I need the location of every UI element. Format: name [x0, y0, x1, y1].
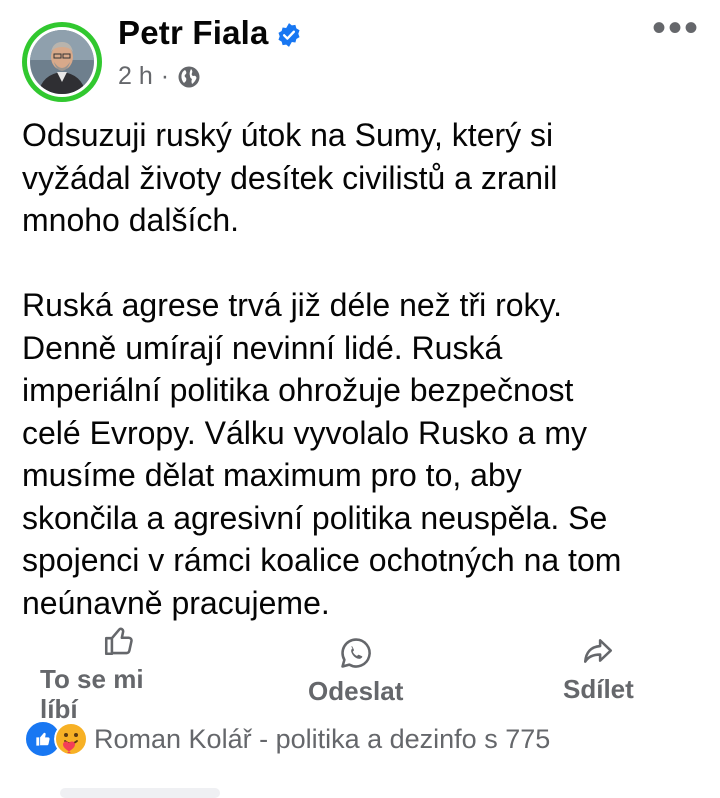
share-button[interactable]: Sdílet — [563, 634, 634, 705]
thumbs-up-icon — [104, 627, 133, 656]
post-actions: To se mi líbí Odeslat Sdílet — [0, 620, 720, 724]
share-label: Sdílet — [563, 674, 634, 704]
care-reaction-icon — [54, 722, 88, 756]
more-options-button[interactable]: ••• — [652, 8, 700, 48]
reactions-text: Roman Kolář - politika a dezinfo s 775 — [94, 723, 551, 754]
like-button[interactable]: To se mi líbí — [40, 624, 170, 728]
globe-icon — [178, 66, 200, 87]
whatsapp-icon — [340, 638, 371, 668]
post-header: Petr Fiala 2 h · ••• — [0, 0, 720, 110]
avatar-photo — [27, 27, 97, 97]
like-label: To se mi líbí — [40, 664, 144, 724]
send-button[interactable]: Odeslat — [308, 636, 403, 707]
send-label: Odeslat — [308, 676, 404, 706]
reactions-summary[interactable]: Roman Kolář - politika a dezinfo s 775 — [24, 720, 550, 758]
next-post-edge — [60, 788, 220, 798]
share-arrow-icon — [584, 639, 613, 663]
post-text: Odsuzuji ruský útok na Sumy, který si vy… — [22, 117, 622, 621]
meta-separator: · — [160, 62, 170, 90]
post-time[interactable]: 2 h — [118, 62, 153, 91]
author-name[interactable]: Petr Fiala — [118, 14, 269, 52]
post-meta: 2 h · — [118, 62, 201, 91]
verified-badge-icon — [278, 23, 300, 47]
avatar[interactable] — [22, 22, 102, 102]
profile-photo-icon — [30, 30, 94, 94]
